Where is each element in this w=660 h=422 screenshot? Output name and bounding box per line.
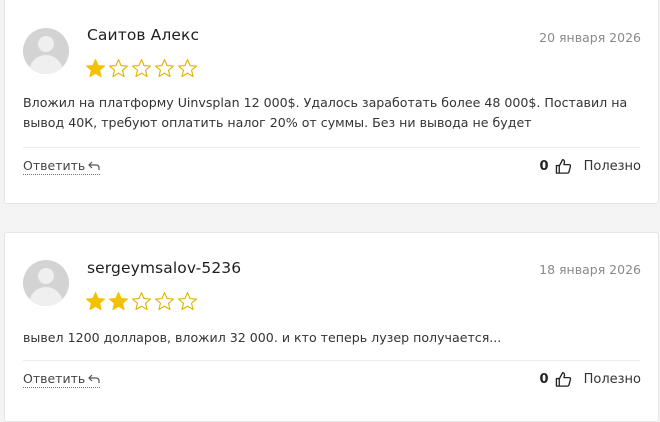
review-author: Саитов Алекс: [87, 26, 200, 44]
divider: [23, 147, 640, 148]
review-date: 20 января 2026: [539, 30, 641, 45]
avatar-head: [38, 268, 54, 284]
reply-label: Ответить: [23, 158, 86, 173]
vote-bar: 0 Полезно: [540, 158, 641, 175]
reply-arrow-icon: [88, 161, 100, 170]
thumbs-up-icon[interactable]: [555, 371, 572, 388]
thumbs-up-icon[interactable]: [555, 158, 572, 175]
star-filled-icon: [109, 292, 128, 311]
reply-arrow-icon: [88, 374, 100, 383]
review-card: sergeymsalov-5236 18 января 2026 вывел 1…: [4, 232, 659, 422]
review-text: вывел 1200 долларов, вложил 32 000. и кт…: [23, 330, 502, 345]
useful-button[interactable]: Полезно: [584, 159, 641, 174]
vote-bar: 0 Полезно: [540, 371, 641, 388]
star-empty-icon: [178, 59, 197, 78]
avatar-shoulders: [29, 55, 63, 74]
review-text: Вложил на платформу Uinvsplan 12 000$. У…: [23, 95, 628, 130]
star-empty-icon: [178, 292, 197, 311]
avatar: [23, 28, 69, 74]
avatar-head: [38, 36, 54, 52]
star-empty-icon: [109, 59, 128, 78]
review-author: sergeymsalov-5236: [87, 259, 242, 277]
divider: [23, 360, 640, 361]
reply-button[interactable]: Ответить: [23, 158, 101, 175]
star-filled-icon: [86, 292, 105, 311]
star-rating: [85, 58, 198, 80]
like-count: 0: [539, 159, 549, 174]
reply-button[interactable]: Ответить: [23, 371, 101, 388]
useful-button[interactable]: Полезно: [584, 372, 641, 387]
reply-label: Ответить: [23, 371, 86, 386]
avatar-shoulders: [29, 287, 63, 306]
like-count: 0: [539, 372, 549, 387]
review-date: 18 января 2026: [539, 262, 641, 277]
avatar: [23, 260, 69, 306]
star-empty-icon: [155, 59, 174, 78]
star-empty-icon: [155, 292, 174, 311]
review-card: Саитов Алекс 20 января 2026 Вложил на пл…: [4, 0, 659, 204]
star-filled-icon: [86, 59, 105, 78]
star-empty-icon: [132, 59, 151, 78]
star-rating: [85, 291, 198, 313]
star-empty-icon: [132, 292, 151, 311]
